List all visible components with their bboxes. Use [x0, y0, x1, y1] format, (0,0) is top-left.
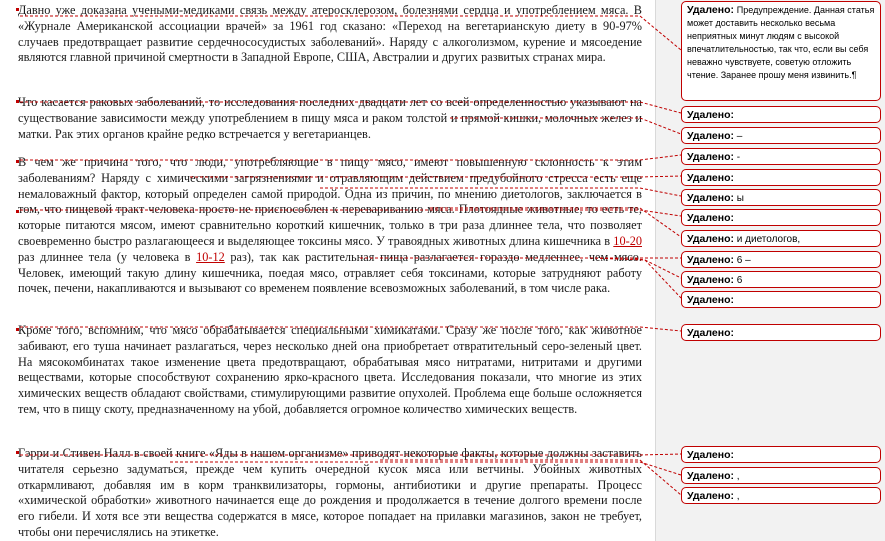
paragraph-5[interactable]: Гэрри и Стивен Налл в своей книге «Яды в… — [18, 446, 642, 541]
change-marker — [16, 451, 19, 454]
deletion-balloon[interactable]: Удалено: – — [681, 127, 881, 144]
balloon-label: Удалено: — [687, 172, 734, 184]
balloon-label: Удалено: — [687, 4, 734, 16]
balloon-label: Удалено: — [687, 327, 734, 339]
balloon-label: Удалено: — [687, 212, 734, 224]
balloon-label: Удалено: — [687, 254, 734, 266]
paragraph-1[interactable]: Давно уже доказана учеными-медиками связ… — [18, 3, 642, 66]
deletion-balloon[interactable]: Удалено: , — [681, 487, 881, 504]
deletion-balloon[interactable]: Удалено: — [681, 446, 881, 463]
document-page[interactable]: Давно уже доказана учеными-медиками связ… — [0, 0, 655, 541]
paragraph-3-text: В чем же причина того, что люди, употреб… — [18, 155, 642, 248]
deletion-balloon[interactable]: Удалено: — [681, 324, 881, 341]
deletion-balloon[interactable]: Удалено: 6 — [681, 271, 881, 288]
change-marker — [16, 328, 19, 331]
change-marker — [16, 160, 19, 163]
inserted-text: 10-20 — [613, 233, 642, 248]
balloon-text: , — [734, 491, 740, 502]
balloon-label: Удалено: — [687, 449, 734, 461]
balloon-label: Удалено: — [687, 274, 734, 286]
balloon-text: и диетологов, — [734, 234, 801, 245]
deletion-balloon[interactable]: Удалено: , — [681, 467, 881, 484]
balloon-text: 6 — [734, 275, 743, 286]
balloon-label: Удалено: — [687, 151, 734, 163]
balloon-text: , — [734, 471, 740, 482]
change-marker — [16, 100, 19, 103]
paragraph-2[interactable]: Что касается раковых заболеваний, то исс… — [18, 95, 642, 142]
deletion-balloon[interactable]: Удалено: — [681, 169, 881, 186]
comment-balloon[interactable]: Удалено: Предупреждение. Данная статья м… — [681, 1, 881, 101]
paragraph-4[interactable]: Кроме того, вспомним, что мясо обрабатыв… — [18, 323, 642, 418]
balloon-label: Удалено: — [687, 470, 734, 482]
inserted-text: 10-12 — [196, 249, 225, 264]
balloon-label: Удалено: — [687, 294, 734, 306]
balloon-label: Удалено: — [687, 109, 734, 121]
balloon-text: ы — [734, 193, 744, 204]
paragraph-3-mid: раз длиннее тела (у человека в — [18, 249, 197, 264]
balloon-text: - — [734, 152, 741, 163]
balloon-text: 6 – — [734, 255, 751, 266]
deletion-balloon[interactable]: Удалено: — [681, 209, 881, 226]
balloon-label: Удалено: — [687, 233, 734, 245]
paragraph-3[interactable]: В чем же причина того, что люди, употреб… — [18, 155, 642, 297]
change-marker — [16, 8, 19, 11]
balloon-label: Удалено: — [687, 192, 734, 204]
deletion-balloon[interactable]: Удалено: - — [681, 148, 881, 165]
balloon-label: Удалено: — [687, 130, 734, 142]
balloon-text: Предупреждение. Данная статья может дост… — [687, 5, 875, 80]
deletion-balloon[interactable]: Удалено: ы — [681, 189, 881, 206]
deletion-balloon[interactable]: Удалено: и диетологов, — [681, 230, 881, 247]
deletion-balloon[interactable]: Удалено: — [681, 291, 881, 308]
deletion-balloon[interactable]: Удалено: 6 – — [681, 251, 881, 268]
deletion-balloon[interactable]: Удалено: — [681, 106, 881, 123]
balloon-label: Удалено: — [687, 490, 734, 502]
balloon-text: – — [734, 131, 743, 142]
change-marker — [16, 210, 19, 213]
